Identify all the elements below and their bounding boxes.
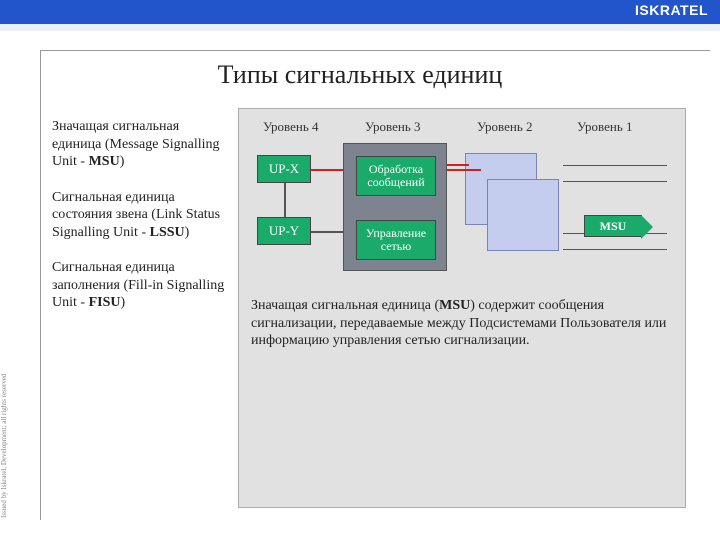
line-level1 (563, 249, 667, 250)
msu-tag: MSU (584, 215, 642, 237)
def-fisu: Сигнальная единица заполнения (Fill-in S… (52, 259, 227, 312)
accent-line (0, 24, 720, 31)
label-level-4: Уровень 4 (263, 119, 319, 135)
connector-red (447, 164, 469, 166)
frame-line-vertical (40, 50, 41, 520)
box-up-x: UP-X (257, 155, 311, 183)
box-network-management: Управление сетью (356, 220, 436, 260)
line-level1 (563, 181, 667, 182)
box-up-y: UP-Y (257, 217, 311, 245)
box-message-processing: Обработка сообщений (356, 156, 436, 196)
line-level1 (563, 165, 667, 166)
brand-logo: ISKRATEL (635, 2, 708, 18)
level3-container: Обработка сообщений Управление сетью (343, 143, 447, 271)
diagram-description: Значащая сигнальная единица (MSU) содерж… (251, 297, 671, 350)
page-title: Типы сигнальных единиц (0, 60, 720, 90)
label-level-1: Уровень 1 (577, 119, 633, 135)
label-level-2: Уровень 2 (477, 119, 533, 135)
label-level-3: Уровень 3 (365, 119, 421, 135)
copyright-notice: Issued by Iskratel, Development; all rig… (0, 374, 8, 518)
level2-box-front (487, 179, 559, 251)
diagram-panel: Уровень 4 Уровень 3 Уровень 2 Уровень 1 … (238, 108, 686, 508)
left-definitions: Значащая сигнальная единица (Message Sig… (52, 118, 227, 330)
frame-line-horizontal (40, 50, 710, 51)
def-lssu: Сигнальная единица состояния звена (Link… (52, 189, 227, 242)
def-msu: Значащая сигнальная единица (Message Sig… (52, 118, 227, 171)
header-bar: ISKRATEL (0, 0, 720, 24)
